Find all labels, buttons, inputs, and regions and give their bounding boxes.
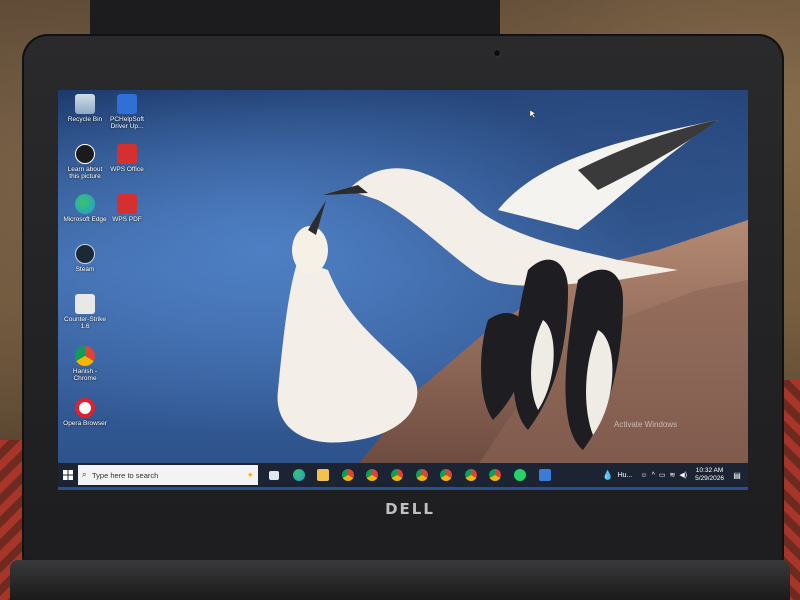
chevron-up-icon[interactable]: ^ [652, 472, 655, 479]
edge-icon [75, 194, 95, 214]
taskbar-search[interactable]: ⌕ Type here to search ✦ [78, 465, 258, 485]
edge-taskbar-icon [292, 469, 305, 481]
wallpaper [277, 120, 748, 465]
whatsapp-taskbar-button[interactable] [510, 463, 530, 487]
desktop-icon-wps-pdf[interactable]: WPS PDF [104, 194, 150, 223]
activate-windows-watermark: Activate Windows [614, 420, 678, 429]
chrome-taskbar-button-6[interactable] [461, 463, 481, 487]
clock-date: 5/29/2026 [695, 475, 724, 482]
desktop-icon-wps-office[interactable]: WPS Office [104, 144, 150, 173]
desktop-icon-label: Learn about this picture [67, 166, 103, 180]
desktop-icon-edge[interactable]: Microsoft Edge [62, 194, 108, 223]
whatsapp-icon [513, 469, 526, 481]
gannet-left [277, 260, 418, 443]
chrome-taskbar-icon [464, 469, 477, 481]
start-button[interactable] [58, 463, 78, 487]
desktop-icon-label: Recycle Bin [67, 116, 103, 123]
search-icon: ⌕ [82, 470, 87, 479]
desktop-icon-area: Recycle Bin PCHelpSoft Driver Up... Lear… [58, 90, 158, 465]
chrome-taskbar-icon [341, 469, 354, 481]
weather-label: Hu... [617, 471, 633, 479]
chrome-taskbar-button-3[interactable] [387, 463, 407, 487]
screen: Recycle Bin PCHelpSoft Driver Up... Lear… [58, 90, 748, 490]
opera-icon [75, 398, 95, 418]
desktop-icon-label: Microsoft Edge [63, 216, 107, 223]
system-tray: 💧 Hu... ☺ ^ ▭ ≋ ◀) 10:32 AM 5/29/2026 ▤ [602, 463, 748, 487]
desktop-icon-label: Counter-Strike 1.6 [64, 316, 106, 330]
weather-widget[interactable]: 💧 Hu... [602, 470, 632, 481]
chrome-taskbar-icon [390, 469, 403, 481]
recycle-bin-icon [75, 94, 95, 114]
volume-icon[interactable]: ◀) [679, 471, 687, 479]
taskbar: ⌕ Type here to search ✦ 💧 Hu... ☺ ^ ▭ ≋ … [58, 463, 748, 487]
chrome-taskbar-button-4[interactable] [412, 463, 432, 487]
chrome-taskbar-icon [489, 469, 502, 481]
notification-center-icon[interactable]: ▤ [730, 471, 744, 480]
learn-picture-icon [75, 144, 95, 164]
dell-logo: DELL [385, 500, 435, 518]
desktop-icon-steam[interactable]: Steam [62, 244, 108, 273]
chrome-taskbar-button-7[interactable] [485, 463, 505, 487]
desktop-icon-recycle-bin[interactable]: Recycle Bin [62, 94, 108, 123]
chrome-taskbar-button-1[interactable] [338, 463, 358, 487]
chrome-taskbar-icon [415, 469, 428, 481]
file-explorer-button[interactable] [313, 463, 333, 487]
desktop-icon-counter-strike[interactable]: Counter-Strike 1.6 [62, 294, 108, 330]
water-drop-icon: 💧 [602, 469, 614, 480]
people-icon[interactable]: ☺ [640, 472, 647, 479]
wifi-icon[interactable]: ≋ [669, 471, 675, 479]
desktop-icon-learn-picture[interactable]: Learn about this picture [62, 144, 108, 180]
webcam [494, 50, 500, 56]
desktop-icon-label: PCHelpSoft Driver Up... [110, 116, 144, 130]
taskbar-pinned-apps [264, 463, 559, 487]
calculator-taskbar-button[interactable] [535, 463, 555, 487]
wps-office-icon [117, 144, 137, 164]
wps-pdf-icon [117, 194, 137, 214]
counter-strike-icon [75, 294, 95, 314]
desktop-icon-opera[interactable]: Opera Browser [62, 398, 108, 427]
pchelpsoft-icon [117, 94, 137, 114]
desktop-icon-label: Steam [75, 266, 95, 273]
chrome-taskbar-button-2[interactable] [362, 463, 382, 487]
calculator-icon [538, 469, 551, 481]
clock-time: 10:32 AM [695, 467, 724, 474]
desktop-icon-label: WPS Office [110, 166, 144, 173]
desktop-icon-pchelpsoft[interactable]: PCHelpSoft Driver Up... [104, 94, 150, 130]
battery-icon[interactable]: ▭ [659, 471, 666, 479]
file-explorer-icon [317, 469, 330, 481]
task-view-icon [269, 470, 279, 480]
desktop-icon-label: Opera Browser [63, 420, 107, 427]
desktop-icon-chrome[interactable]: Hanish - Chrome [62, 346, 108, 382]
taskbar-clock[interactable]: 10:32 AM 5/29/2026 [695, 467, 724, 483]
laptop-base [10, 560, 790, 600]
mouse-cursor-icon [530, 110, 536, 118]
search-highlight-icon: ✦ [246, 469, 254, 480]
chrome-taskbar-icon [366, 469, 379, 481]
windows-logo-icon [63, 470, 73, 480]
desktop-icon-label: WPS PDF [112, 216, 142, 223]
task-view-button[interactable] [264, 463, 284, 487]
steam-icon [75, 244, 95, 264]
search-placeholder: Type here to search [92, 470, 159, 480]
edge-taskbar-button[interactable] [289, 463, 309, 487]
chrome-taskbar-icon [440, 469, 453, 481]
desktop-icon-label: Hanish - Chrome [72, 368, 98, 382]
chrome-taskbar-button-5[interactable] [436, 463, 456, 487]
chrome-icon [75, 346, 95, 366]
